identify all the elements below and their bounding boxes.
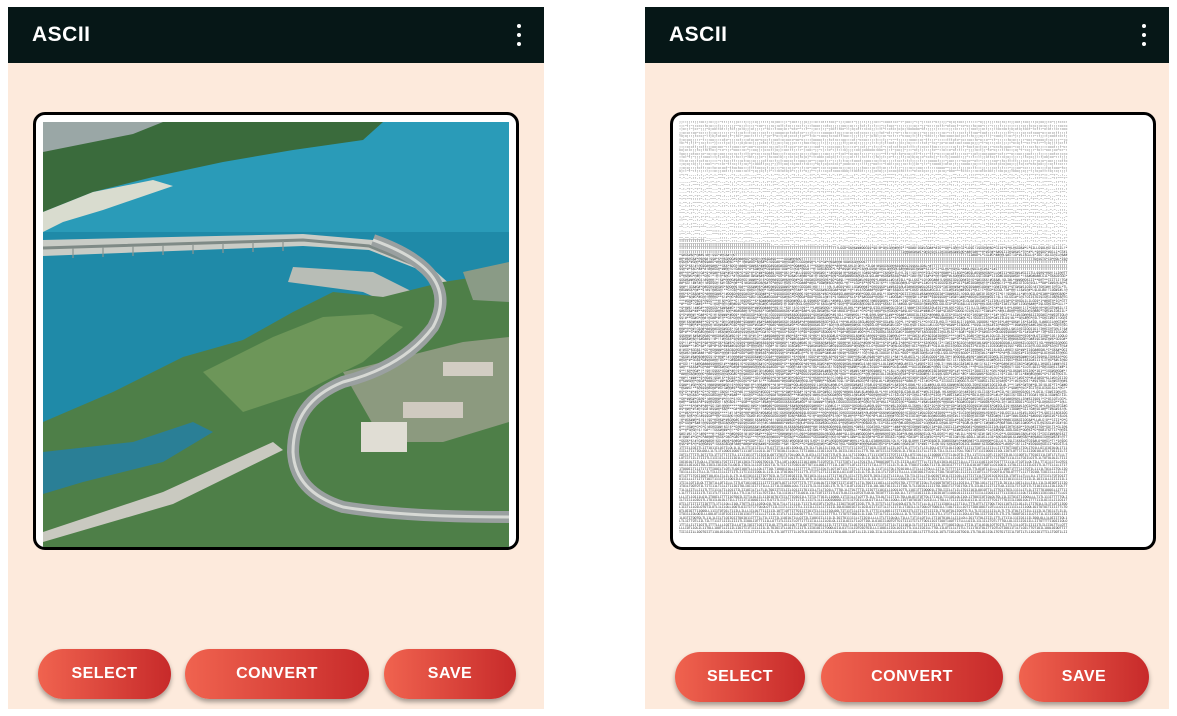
- screen-ascii: ASCII ;;::;;:!;;:==:;:=:;;:~!!:;!:;;=::!…: [645, 7, 1169, 709]
- save-button[interactable]: SAVE: [384, 649, 516, 699]
- app-title: ASCII: [669, 23, 728, 46]
- app-bar: ASCII: [8, 7, 544, 63]
- more-vert-icon[interactable]: [512, 24, 526, 46]
- convert-button[interactable]: CONVERT: [821, 652, 1003, 702]
- image-frame: [33, 112, 519, 550]
- select-button[interactable]: SELECT: [675, 652, 805, 702]
- app-title: ASCII: [32, 23, 91, 46]
- save-button[interactable]: SAVE: [1019, 652, 1149, 702]
- convert-button[interactable]: CONVERT: [185, 649, 369, 699]
- image-frame: ;;::;;:!;;:==:;:=:;;:~!!:;!:;;=::!;:;;:=…: [670, 112, 1156, 550]
- dam-photo: [43, 122, 509, 547]
- select-button[interactable]: SELECT: [38, 649, 171, 699]
- ascii-art-image: ;;::;;:!;;:==:;:=:;;:~!!:;!:;;=::!;:;;:=…: [679, 121, 1068, 534]
- app-bar: ASCII: [645, 7, 1169, 63]
- more-vert-icon[interactable]: [1137, 24, 1151, 46]
- screen-original: ASCII SELECT CONVERT SAVE: [8, 7, 544, 709]
